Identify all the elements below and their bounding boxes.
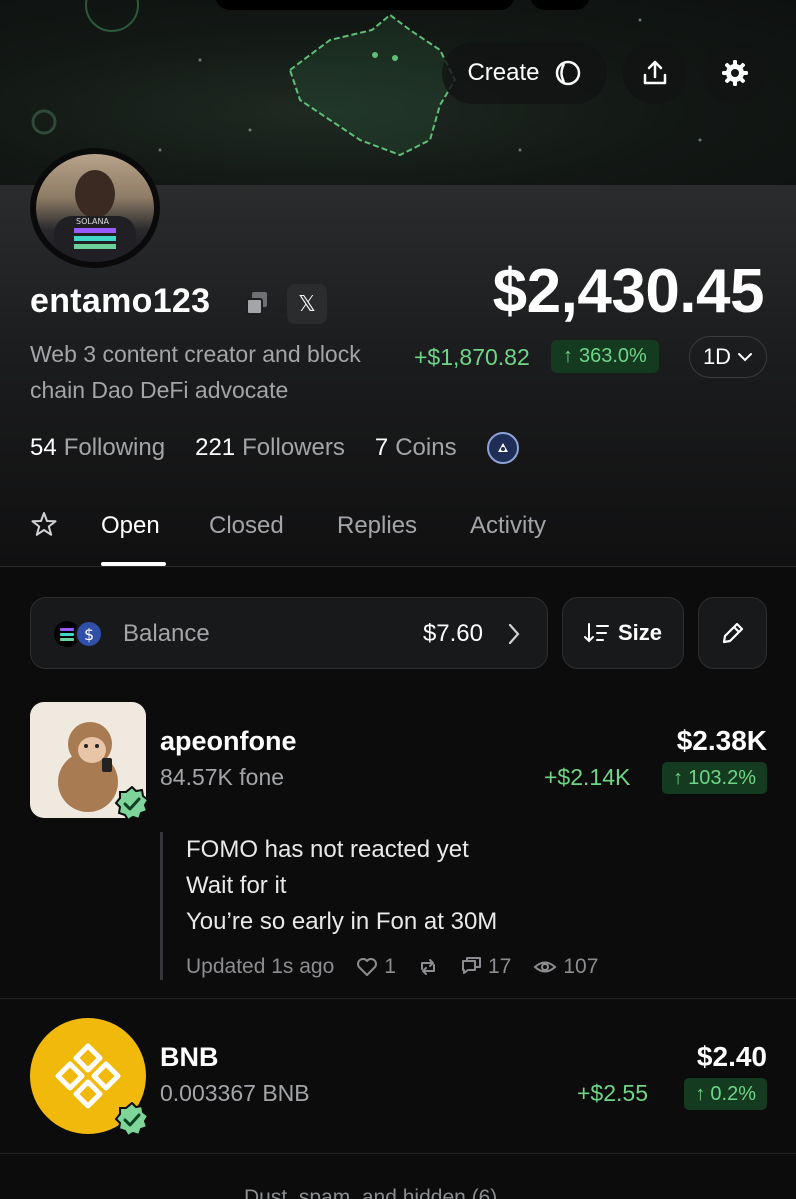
post-line: You’re so early in Fon at 30M xyxy=(186,908,498,935)
create-coin-icon xyxy=(555,60,580,86)
verified-badge-icon xyxy=(114,786,150,822)
pencil-icon xyxy=(722,622,743,644)
share-icon xyxy=(643,60,667,85)
settings-gear-icon xyxy=(722,60,748,86)
arrow-up-icon: ↑ xyxy=(673,766,684,789)
post-line: Wait for it xyxy=(186,872,287,899)
create-label: Create xyxy=(467,59,540,86)
followers-count: 221 xyxy=(195,434,236,461)
tab-open[interactable]: Open xyxy=(101,512,160,540)
sort-size-button[interactable]: Size xyxy=(562,597,684,669)
coin-post[interactable]: FOMO has not reacted yet Wait for it You… xyxy=(160,832,760,980)
followers-stat[interactable]: 221 Followers xyxy=(195,434,345,462)
status-bar-fragment xyxy=(530,0,590,10)
coin-gain-percent-badge: ↑ 0.2% xyxy=(684,1078,767,1110)
repost-button[interactable] xyxy=(418,957,438,977)
balance-button[interactable]: $ Balance $7.60 xyxy=(30,597,548,669)
star-icon[interactable] xyxy=(30,510,58,538)
coin-gain-percent: 103.2% xyxy=(688,766,756,789)
coins-label: Coins xyxy=(395,434,457,461)
svg-text:$: $ xyxy=(84,625,94,644)
coin-name: apeonfone xyxy=(160,726,297,756)
tab-closed[interactable]: Closed xyxy=(209,512,284,540)
comment-icon xyxy=(461,957,481,974)
portfolio-total-value: $2,430.45 xyxy=(492,257,765,326)
badge-coin-icon[interactable] xyxy=(486,432,519,464)
row-divider xyxy=(0,1153,796,1154)
period-selector[interactable]: 1D xyxy=(689,336,767,378)
coin-gain-percent: 0.2% xyxy=(710,1082,756,1105)
views-indicator: 107 xyxy=(533,955,598,979)
portfolio-change-amount: +$1,870.82 xyxy=(414,343,530,370)
hidden-coins-link[interactable]: Dust, spam, and hidden (6) xyxy=(244,1186,497,1199)
period-label: 1D xyxy=(702,344,732,369)
x-logo-icon: 𝕏 xyxy=(298,291,316,316)
holding-row-bnb[interactable]: BNB 0.003367 BNB $2.40 +$2.55 ↑ 0.2% xyxy=(0,1016,796,1156)
tab-activity[interactable]: Activity xyxy=(470,512,546,540)
post-updated-time: Updated 1s ago xyxy=(186,955,335,978)
tab-replies[interactable]: Replies xyxy=(337,512,417,540)
portfolio-change-percent: 363.0% xyxy=(579,345,647,367)
settings-button[interactable] xyxy=(703,42,767,104)
active-tab-indicator xyxy=(101,562,166,566)
eye-icon xyxy=(533,961,557,973)
chevron-right-icon xyxy=(508,623,520,645)
balance-value: $7.60 xyxy=(422,620,483,647)
post-meta: Updated 1s ago 1 17 107 xyxy=(186,952,598,982)
verified-badge-icon xyxy=(114,1102,150,1138)
avatar-photo: SOLANA xyxy=(36,154,154,262)
following-stat[interactable]: 54 Following xyxy=(30,434,165,462)
avatar[interactable]: SOLANA xyxy=(30,148,160,268)
portfolio-change-percent-badge: ↑ 363.0% xyxy=(551,340,659,373)
coin-value: $2.40 xyxy=(696,1041,767,1072)
repost-icon xyxy=(420,959,435,975)
apeonfone-coin-image xyxy=(30,702,150,822)
coin-amount: 0.003367 BNB xyxy=(160,1080,310,1106)
row-divider xyxy=(0,998,796,999)
heart-icon xyxy=(357,958,378,976)
profile-bio: Web 3 content creator and block chain Da… xyxy=(30,341,361,403)
like-count: 1 xyxy=(384,955,396,978)
profile-tabs: Open Closed Replies Activity xyxy=(0,500,796,567)
coin-gain: +$2.14K xyxy=(544,764,631,790)
coin-gain: +$2.55 xyxy=(577,1080,648,1106)
reply-count: 17 xyxy=(487,955,512,978)
x-profile-link[interactable]: 𝕏 xyxy=(287,284,327,324)
coin-gain-percent-badge: ↑ 103.2% xyxy=(662,762,767,794)
create-button[interactable]: Create xyxy=(442,42,607,104)
chevron-down-icon xyxy=(738,353,753,362)
followers-label: Followers xyxy=(242,434,345,461)
svg-text:SOLANA: SOLANA xyxy=(76,217,109,226)
coin-value: $2.38K xyxy=(676,725,767,756)
coins-stat[interactable]: 7 Coins xyxy=(375,434,457,462)
edit-button[interactable] xyxy=(698,597,767,669)
sort-icon xyxy=(583,623,609,643)
username: entamo123 xyxy=(30,282,211,320)
post-line: FOMO has not reacted yet xyxy=(186,836,469,863)
replies-button[interactable]: 17 xyxy=(460,955,511,979)
status-bar-fragment xyxy=(215,0,515,10)
profile-stats: 54 Following 221 Followers 7 Coins xyxy=(30,430,519,466)
arrow-up-icon: ↑ xyxy=(563,345,573,367)
coins-count: 7 xyxy=(374,434,389,461)
arrow-up-icon: ↑ xyxy=(695,1082,706,1105)
coin-name: BNB xyxy=(160,1042,219,1072)
following-count: 54 xyxy=(30,434,57,461)
like-button[interactable]: 1 xyxy=(356,955,396,979)
bnb-coin-image xyxy=(30,1018,150,1138)
following-label: Following xyxy=(63,434,166,461)
share-button[interactable] xyxy=(623,42,687,104)
balance-label: Balance xyxy=(123,620,210,647)
coin-amount: 84.57K fone xyxy=(160,764,285,790)
view-count: 107 xyxy=(563,955,599,978)
sol-usd-icon: $ xyxy=(54,620,103,648)
copy-icon[interactable] xyxy=(244,290,270,316)
sort-label: Size xyxy=(617,620,663,645)
